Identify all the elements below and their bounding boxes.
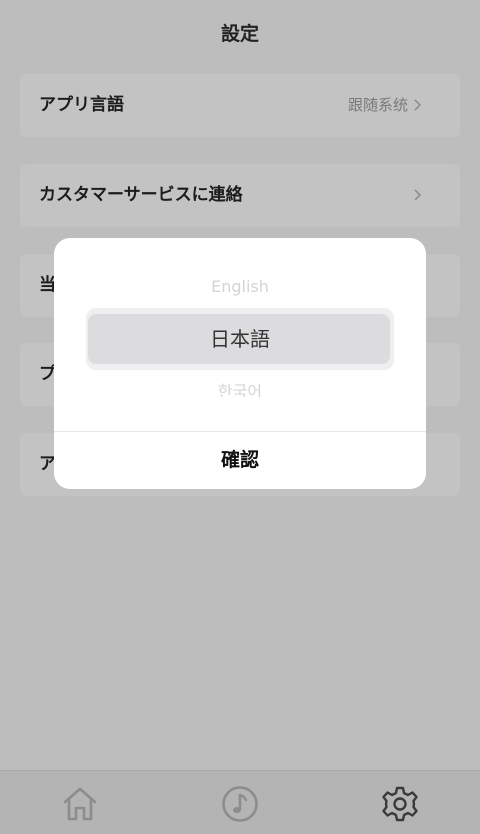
language-picker-dialog: English 日本語 한국어 確認 <box>54 238 426 489</box>
gear-icon <box>382 786 418 822</box>
customer-service-row[interactable]: カスタマーサービスに連絡 <box>20 164 460 227</box>
app-language-label: アプリ言語 <box>39 95 124 115</box>
confirm-button[interactable]: 確認 <box>54 432 426 489</box>
music-note-icon <box>222 786 258 822</box>
app-language-row[interactable]: アプリ言語 跟随系统 <box>20 74 460 137</box>
customer-service-label: カスタマーサービスに連絡 <box>39 185 243 205</box>
app-language-value: 跟随系统 <box>347 96 408 114</box>
tab-music[interactable] <box>220 784 260 824</box>
picker-option-korean[interactable]: 한국어 <box>54 381 426 397</box>
chevron-right-icon <box>414 99 422 111</box>
chevron-right-icon <box>414 189 422 201</box>
page-title: 設定 <box>220 23 259 45</box>
bottom-tab-bar <box>0 770 480 834</box>
tab-settings[interactable] <box>380 784 420 824</box>
picker-option-english[interactable]: English <box>54 276 426 298</box>
picker-option-selected[interactable]: 日本語 <box>54 314 426 364</box>
home-icon <box>63 787 97 821</box>
tab-home[interactable] <box>60 784 100 824</box>
